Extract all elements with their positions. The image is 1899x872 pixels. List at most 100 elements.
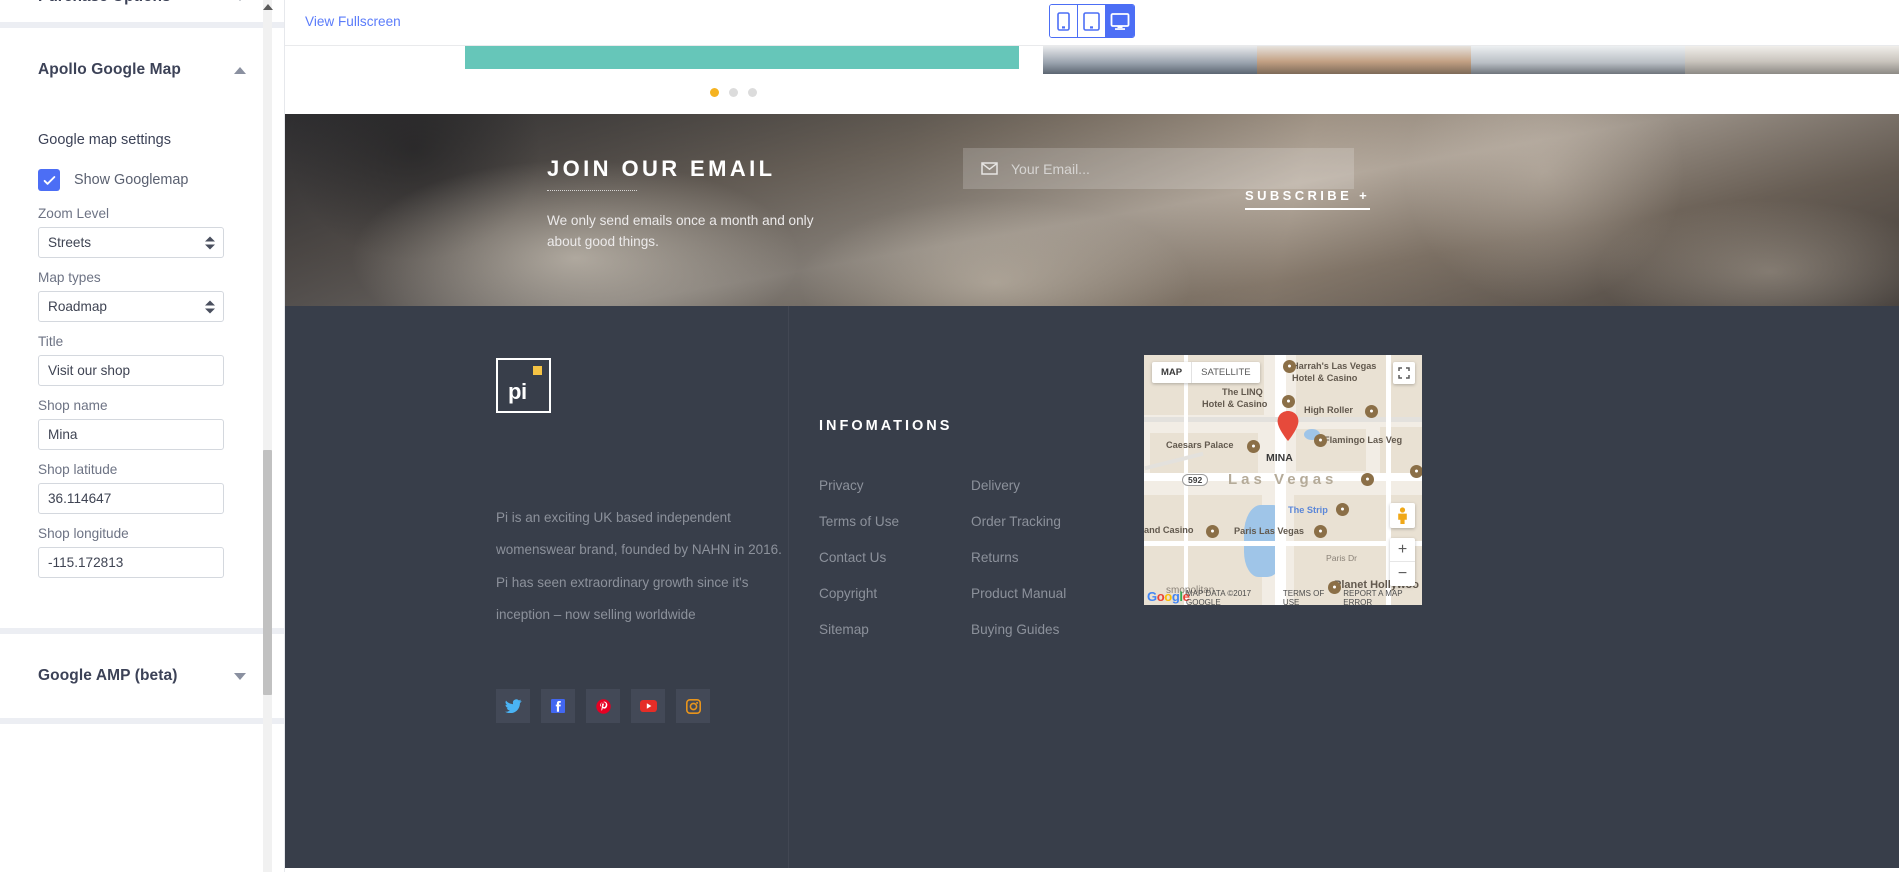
map-poi-icon: ●: [1206, 525, 1219, 538]
product-image[interactable]: [1471, 46, 1685, 74]
carousel-dots[interactable]: [710, 88, 757, 97]
google-map-widget[interactable]: Harrah's Las Vegas Hotel & Casino The LI…: [1142, 353, 1424, 607]
map-types-label: Map types: [38, 270, 101, 285]
shop-name-input[interactable]: Mina: [38, 419, 224, 450]
carousel-dot-1[interactable]: [710, 88, 719, 97]
preview-toolbar: View Fullscreen: [285, 0, 1899, 46]
footer-link-order-tracking[interactable]: Order Tracking: [971, 514, 1123, 529]
footer-link-returns[interactable]: Returns: [971, 550, 1123, 565]
newsletter-subtitle: We only send emails once a month and onl…: [547, 213, 814, 250]
map-city-label: Las Vegas: [1228, 471, 1338, 488]
footer-logo-text: pi: [508, 379, 527, 404]
device-mobile-button[interactable]: [1050, 5, 1078, 37]
title-input[interactable]: Visit our shop: [38, 355, 224, 386]
title-group: Title Visit our shop: [38, 334, 246, 386]
map-poi-icon: ●: [1365, 405, 1378, 418]
map-poi-icon: ●: [1410, 465, 1422, 478]
shop-name-label: Shop name: [38, 398, 108, 413]
google-amp-panel[interactable]: Google AMP (beta): [0, 634, 284, 718]
map-label: Harrah's Las Vegas: [1292, 361, 1377, 371]
map-label: Hotel & Casino: [1202, 399, 1268, 409]
stepper-icon[interactable]: [205, 300, 215, 313]
footer-description: Pi is an exciting UK based independent w…: [496, 510, 782, 623]
carousel-dot-2[interactable]: [729, 88, 738, 97]
view-fullscreen-link[interactable]: View Fullscreen: [305, 14, 401, 29]
stepper-icon[interactable]: [205, 236, 215, 249]
footer-link-sitemap[interactable]: Sitemap: [819, 622, 971, 637]
newsletter-title: JOIN OUR EMAIL: [547, 156, 776, 181]
carousel-dot-3[interactable]: [748, 88, 757, 97]
map-poi-icon: ●: [1282, 395, 1295, 408]
google-amp-header[interactable]: Google AMP (beta): [38, 656, 246, 696]
sidebar-scrollbar[interactable]: [262, 0, 273, 872]
map-street-view-pegman[interactable]: [1390, 503, 1415, 528]
social-link-instagram[interactable]: [676, 689, 710, 723]
hero-carousel: [285, 46, 1899, 114]
map-type-toggle[interactable]: MAP SATELLITE: [1152, 362, 1260, 383]
footer-link-contact[interactable]: Contact Us: [819, 550, 971, 565]
map-label: The LINQ: [1222, 387, 1263, 397]
social-link-twitter[interactable]: [496, 689, 530, 723]
subscribe-button[interactable]: SUBSCRIBE +: [1245, 188, 1371, 210]
map-toggle-satellite[interactable]: SATELLITE: [1191, 362, 1259, 383]
hero-teal-banner: [465, 46, 1019, 69]
map-fullscreen-button[interactable]: [1393, 362, 1415, 384]
footer-link-product-manual[interactable]: Product Manual: [971, 586, 1123, 601]
newsletter-divider: [547, 190, 637, 191]
newsletter-email-field[interactable]: Your Email...: [963, 148, 1354, 189]
device-desktop-button[interactable]: [1106, 5, 1134, 37]
show-googlemap-label: Show Googlemap: [74, 172, 189, 188]
map-label: Paris Las Vegas: [1234, 526, 1304, 536]
product-image[interactable]: [1685, 46, 1899, 74]
chevron-down-icon[interactable]: [234, 672, 246, 680]
checkbox-checked-icon[interactable]: [38, 169, 60, 191]
map-terms-link[interactable]: TERMS OF USE: [1283, 589, 1335, 605]
map-toggle-map[interactable]: MAP: [1152, 362, 1191, 383]
footer-link-terms[interactable]: Terms of Use: [819, 514, 971, 529]
newsletter-email-placeholder: Your Email...: [1011, 160, 1090, 177]
device-switcher[interactable]: [1049, 4, 1135, 38]
scrollbar-thumb[interactable]: [263, 450, 272, 695]
chevron-up-icon[interactable]: [234, 66, 246, 74]
social-link-facebook[interactable]: [541, 689, 575, 723]
map-data-text: MAP DATA ©2017 GOOGLE: [1186, 589, 1252, 605]
shop-latitude-group: Shop latitude 36.114647: [38, 462, 246, 514]
route-shield-number: 592: [1188, 475, 1203, 485]
zoom-level-group: Zoom Level Streets: [38, 206, 246, 258]
purchase-options-panel[interactable]: Purchase Options: [0, 0, 284, 22]
map-zoom-controls[interactable]: + −: [1390, 538, 1415, 586]
map-location-marker[interactable]: [1277, 411, 1299, 441]
map-types-select[interactable]: Roadmap: [38, 291, 224, 322]
shop-longitude-input[interactable]: -115.172813: [38, 547, 224, 578]
social-link-youtube[interactable]: [631, 689, 665, 723]
zoom-level-value: Streets: [48, 235, 92, 250]
social-link-pinterest[interactable]: [586, 689, 620, 723]
map-types-value: Roadmap: [48, 299, 107, 314]
product-image[interactable]: [1043, 46, 1257, 74]
map-report-link[interactable]: REPORT A MAP ERROR: [1343, 589, 1422, 605]
site-footer: pi Pi is an exciting UK based independen…: [285, 306, 1899, 868]
product-image[interactable]: [1257, 46, 1471, 74]
scroll-up-arrow-icon[interactable]: [262, 2, 273, 12]
map-zoom-in-button[interactable]: +: [1390, 538, 1415, 562]
footer-logo[interactable]: pi: [496, 358, 551, 413]
chevron-down-icon[interactable]: [234, 0, 246, 1]
map-label: Hotel & Casino: [1292, 373, 1358, 383]
google-amp-title: Google AMP (beta): [38, 667, 178, 684]
social-links[interactable]: [496, 689, 710, 723]
apollo-google-map-panel: Apollo Google Map Google map settings Sh…: [0, 28, 284, 628]
map-attribution: MAP DATA ©2017 GOOGLE TERMS OF USE REPOR…: [1144, 589, 1422, 605]
apollo-panel-header[interactable]: Apollo Google Map: [38, 50, 246, 90]
footer-link-privacy[interactable]: Privacy: [819, 478, 971, 493]
device-tablet-button[interactable]: [1078, 5, 1106, 37]
map-types-group: Map types Roadmap: [38, 270, 246, 322]
footer-link-delivery[interactable]: Delivery: [971, 478, 1123, 493]
map-canvas[interactable]: Harrah's Las Vegas Hotel & Casino The LI…: [1144, 355, 1422, 605]
zoom-level-select[interactable]: Streets: [38, 227, 224, 258]
show-googlemap-row[interactable]: Show Googlemap: [38, 169, 246, 191]
footer-link-buying-guides[interactable]: Buying Guides: [971, 622, 1123, 637]
map-zoom-out-button[interactable]: −: [1390, 562, 1415, 586]
footer-link-copyright[interactable]: Copyright: [819, 586, 971, 601]
shop-latitude-input[interactable]: 36.114647: [38, 483, 224, 514]
map-poi-icon: ●: [1283, 360, 1296, 373]
